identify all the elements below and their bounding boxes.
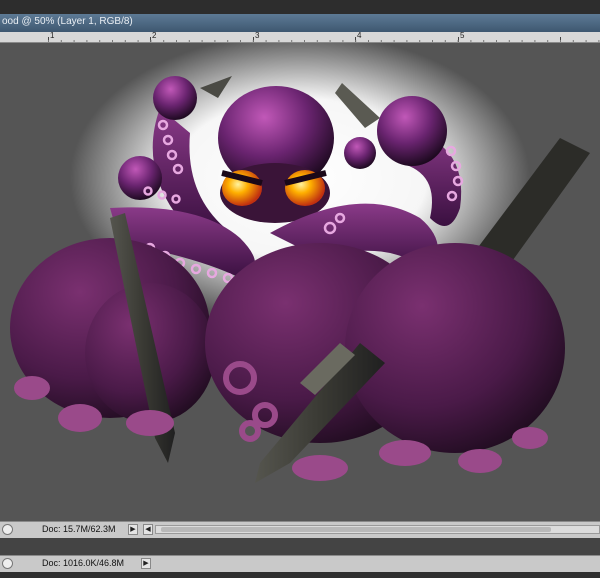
scroll-left-button[interactable]: ◀ [143,524,153,535]
document-size-info[interactable]: Doc: 1016.0K/46.8M [42,558,124,568]
status-menu-arrow-button[interactable]: ▶ [128,524,138,535]
tentacle-tip-small [344,137,376,169]
zoom-icon[interactable] [2,524,13,535]
tentacle-tip-right [377,96,447,166]
body-lobe-right [345,243,565,453]
scrollbar-thumb[interactable] [161,527,551,532]
status-bar-secondary: Doc: 1016.0K/46.8M ▶ [0,555,600,572]
octopus-artwork [10,43,590,483]
document-tab[interactable]: ood @ 50% (Layer 1, RGB/8) [0,14,600,33]
status-bar: Doc: 15.7M/62.3M ▶ ◀ [0,521,600,538]
horizontal-scrollbar[interactable] [155,525,600,534]
zoom-icon[interactable] [2,558,13,569]
tentacle-tip-left [153,76,197,120]
status-menu-arrow-button[interactable]: ▶ [141,558,151,569]
document-title: ood @ 50% (Layer 1, RGB/8) [2,16,133,27]
horizontal-ruler: 1 2 3 4 5 [0,32,600,43]
workspace-gap [0,538,600,555]
document-size-info[interactable]: Doc: 15.7M/62.3M [42,524,116,534]
app-top-strip [0,0,600,14]
tentacle-tip-far-left [118,156,162,200]
app-bottom-strip [0,572,600,578]
document-canvas[interactable] [0,43,600,521]
ruler-ticks [48,37,600,42]
